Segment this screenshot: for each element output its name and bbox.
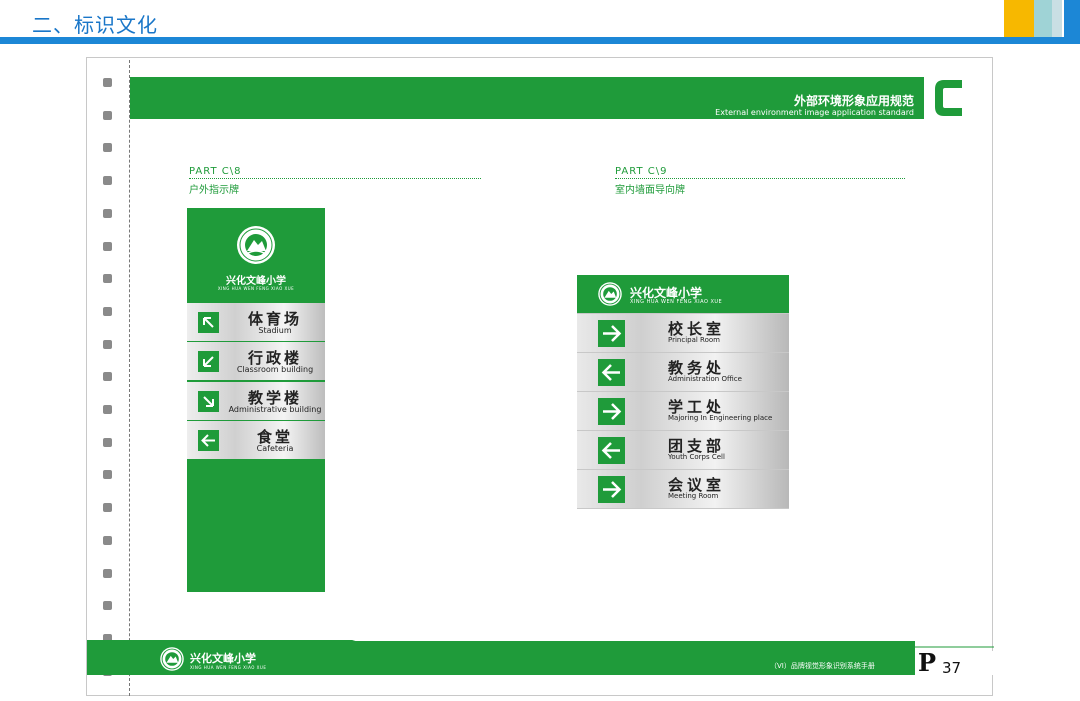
sign-row-en: Stadium xyxy=(258,326,292,335)
indoor-row-principal-room: 校长室 Principal Room xyxy=(577,314,789,352)
indoor-row-en: Administration Office xyxy=(668,375,742,383)
part-c8-code: PART C\8 xyxy=(189,166,242,177)
header-rule xyxy=(0,37,1080,44)
outdoor-directional-sign: 兴化文峰小学 XING HUA WEN FENG XIAO XUE 体育场 St… xyxy=(187,208,325,592)
arrow-left-icon xyxy=(198,430,219,451)
binder-hole xyxy=(103,176,112,186)
binder-hole xyxy=(103,241,112,251)
page-letter: P xyxy=(918,648,937,677)
footer-school-logo-icon xyxy=(160,647,184,671)
sign-row-administrative-building: 教学楼 Administrative building xyxy=(187,382,325,420)
indoor-wall-sign: 兴化文峰小学 XING HUA WEN FENG XIAO XUE 校长室 Pr… xyxy=(577,275,789,509)
indoor-sign-school-pinyin: XING HUA WEN FENG XIAO XUE xyxy=(630,299,723,305)
binder-hole xyxy=(103,372,112,382)
banner-title-cn: 外部环境形象应用规范 xyxy=(793,94,914,108)
indoor-row-en: Meeting Room xyxy=(668,492,719,500)
header-color-block-grey xyxy=(1052,0,1062,37)
arrow-right-icon xyxy=(598,476,625,503)
sign-row-stadium: 体育场 Stadium xyxy=(187,303,325,341)
binder-hole xyxy=(103,470,112,480)
binder-hole xyxy=(103,339,112,349)
binding-dashed-line xyxy=(129,60,130,696)
indoor-row-en: Youth Corps Cell xyxy=(668,453,725,461)
indoor-sign-header: 兴化文峰小学 XING HUA WEN FENG XIAO XUE xyxy=(577,275,789,313)
sign-row-cafeteria: 食堂 Cafeteria xyxy=(187,421,325,459)
binder-hole xyxy=(103,110,112,120)
binder-hole xyxy=(103,437,112,447)
page-number: 37 xyxy=(942,659,962,677)
arrow-down-right-icon xyxy=(198,391,219,412)
arrow-left-icon xyxy=(598,437,625,464)
section-banner: 外部环境形象应用规范 External environment image ap… xyxy=(130,77,924,119)
binder-hole xyxy=(103,503,112,513)
arrow-left-icon xyxy=(598,359,625,386)
footer-school-pinyin: XING HUA WEN FENG XIAO XUE xyxy=(190,665,267,670)
sign-row-en: Cafeteria xyxy=(256,444,294,453)
sign-row-en: Administrative building xyxy=(228,405,322,414)
indoor-row-en: Principal Room xyxy=(668,336,720,344)
header-color-block-yellow xyxy=(1004,0,1034,37)
binder-hole xyxy=(103,535,112,545)
binder-hole xyxy=(103,274,112,284)
binder-hole xyxy=(103,568,112,578)
header-color-block-blue xyxy=(1064,0,1080,37)
header-color-block-teal xyxy=(1034,0,1052,37)
part-c9-divider xyxy=(615,178,905,179)
sign-row-en: Classroom building xyxy=(236,365,314,374)
part-c9-title: 室内墙面导向牌 xyxy=(615,185,685,196)
footer-manual-title: （VI）品牌视觉形象识别系统手册 xyxy=(770,662,875,670)
page-title: 二、标识文化 xyxy=(32,13,158,37)
binder-hole xyxy=(103,601,112,611)
footer-school-name: 兴化文峰小学 xyxy=(190,652,256,665)
school-logo-icon xyxy=(237,226,275,264)
banner-title-en: External environment image application s… xyxy=(715,108,914,117)
arrow-up-left-icon xyxy=(198,312,219,333)
indoor-row-administration-office: 教务处 Administration Office xyxy=(577,353,789,391)
sign-row-classroom-building: 行政楼 Classroom building xyxy=(187,342,325,380)
school-logo-icon xyxy=(598,282,622,306)
binder-hole xyxy=(103,208,112,218)
part-c8-divider xyxy=(189,178,481,179)
indoor-row-engineering-place: 学工处 Majoring In Engineering place xyxy=(577,392,789,430)
binder-hole xyxy=(103,306,112,316)
indoor-row-youth-corps-cell: 团支部 Youth Corps Cell xyxy=(577,431,789,469)
binder-hole xyxy=(103,405,112,414)
binder-hole xyxy=(103,143,112,153)
binder-hole xyxy=(103,78,112,87)
arrow-down-left-icon xyxy=(198,351,219,372)
indoor-row-en: Majoring In Engineering place xyxy=(668,414,773,422)
arrow-right-icon xyxy=(598,398,625,425)
section-letter-c-icon xyxy=(935,80,962,116)
part-c9-code: PART C\9 xyxy=(615,166,668,177)
sign-school-name: 兴化文峰小学 xyxy=(226,276,286,287)
arrow-right-icon xyxy=(598,320,625,347)
sign-school-pinyin: XING HUA WEN FENG XIAO XUE xyxy=(217,286,295,291)
part-c8-title: 户外指示牌 xyxy=(189,185,239,196)
indoor-row-meeting-room: 会议室 Meeting Room xyxy=(577,470,789,508)
